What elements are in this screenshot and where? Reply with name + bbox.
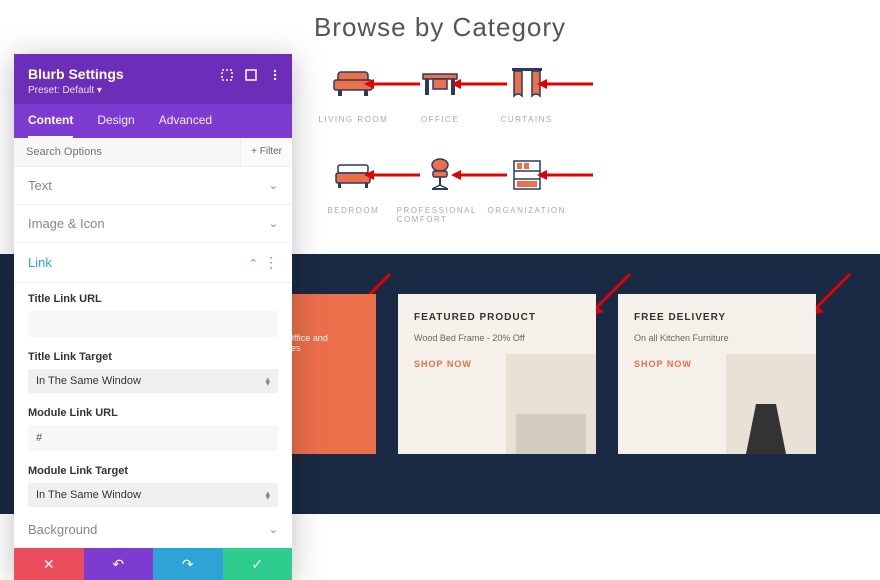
promo-card-featured[interactable]: FEATURED PRODUCT Wood Bed Frame - 20% Of…	[398, 294, 596, 454]
tab-content[interactable]: Content	[28, 104, 73, 138]
category-label: LIVING ROOM	[318, 115, 388, 124]
field-module-link-url: Module Link URL	[14, 397, 292, 455]
field-label: Title Link Target	[28, 351, 278, 363]
card-image	[506, 354, 596, 454]
field-title-link-target: Title Link Target In The Same Window ▴▾	[14, 341, 292, 397]
kebab-icon[interactable]: ⋮	[264, 254, 278, 270]
search-input[interactable]	[14, 138, 240, 166]
panel-tabs: Content Design Advanced	[14, 104, 292, 138]
promo-card-delivery[interactable]: FREE DELIVERY On all Kitchen Furniture S…	[618, 294, 816, 454]
section-link[interactable]: Link ⌃ ⋮	[14, 243, 292, 283]
chevron-down-icon: ⌄	[269, 217, 278, 230]
updown-icon: ▴▾	[265, 491, 270, 500]
updown-icon: ▴▾	[265, 377, 270, 386]
tab-advanced[interactable]: Advanced	[159, 104, 212, 138]
arrow-icon	[537, 168, 597, 182]
category-label: PROFESSIONAL COMFORT	[397, 206, 484, 224]
field-module-link-target: Module Link Target In The Same Window ▴▾	[14, 455, 292, 511]
select-value: In The Same Window	[36, 489, 141, 501]
arrow-icon	[537, 77, 597, 91]
card-title: FREE DELIVERY	[634, 312, 800, 323]
category-row: LIVING ROOM OFFICE CURTAINS	[310, 63, 570, 124]
undo-button[interactable]: ↶	[84, 548, 154, 580]
panel-preset[interactable]: Preset: Default ▾	[28, 85, 278, 96]
section-label: Text	[28, 178, 52, 193]
filter-button[interactable]: + Filter	[240, 138, 292, 166]
card-title: FEATURED PRODUCT	[414, 312, 580, 323]
field-title-link-url: Title Link URL	[14, 283, 292, 341]
section-label: Link	[28, 255, 52, 270]
help-icon[interactable]	[244, 68, 258, 82]
category-label: OFFICE	[421, 115, 459, 124]
section-background[interactable]: Background ⌄	[14, 511, 292, 548]
search-row: + Filter	[14, 138, 292, 167]
redo-button[interactable]: ↷	[153, 548, 223, 580]
title-link-url-input[interactable]	[28, 311, 278, 337]
save-button[interactable]: ✓	[223, 548, 293, 580]
category-organization[interactable]: ORGANIZATION	[483, 154, 570, 224]
chevron-up-icon: ⌃	[249, 258, 258, 270]
field-label: Title Link URL	[28, 293, 278, 305]
module-link-url-input[interactable]	[28, 425, 278, 451]
category-office[interactable]: OFFICE	[397, 63, 484, 124]
category-label: ORGANIZATION	[488, 206, 566, 215]
panel-footer: ✕ ↶ ↷ ✓	[14, 548, 292, 580]
category-label: CURTAINS	[501, 115, 553, 124]
category-row: BEDROOM PROFESSIONAL COMFORT ORGANIZATIO…	[310, 154, 570, 224]
select-value: In The Same Window	[36, 375, 141, 387]
card-image	[726, 354, 816, 454]
field-label: Module Link URL	[28, 407, 278, 419]
card-subtitle: On all Kitchen Furniture	[634, 333, 800, 343]
cancel-button[interactable]: ✕	[14, 548, 84, 580]
category-professional-comfort[interactable]: PROFESSIONAL COMFORT	[397, 154, 484, 224]
chevron-down-icon: ⌄	[269, 523, 278, 536]
title-link-target-select[interactable]: In The Same Window ▴▾	[28, 369, 278, 393]
section-image-icon[interactable]: Image & Icon ⌄	[14, 205, 292, 243]
chevron-down-icon: ⌄	[269, 179, 278, 192]
field-label: Module Link Target	[28, 465, 278, 477]
menu-icon[interactable]	[268, 68, 282, 82]
section-label: Image & Icon	[28, 216, 105, 231]
panel-header[interactable]: Blurb Settings Preset: Default ▾	[14, 54, 292, 104]
category-bedroom[interactable]: BEDROOM	[310, 154, 397, 224]
card-subtitle: Wood Bed Frame - 20% Off	[414, 333, 580, 343]
category-label: BEDROOM	[327, 206, 379, 215]
section-label: Background	[28, 522, 97, 537]
category-curtains[interactable]: CURTAINS	[483, 63, 570, 124]
tab-design[interactable]: Design	[97, 104, 134, 138]
blurb-settings-panel: Blurb Settings Preset: Default ▾ Content…	[14, 54, 292, 580]
category-living-room[interactable]: LIVING ROOM	[310, 63, 397, 124]
section-text[interactable]: Text ⌄	[14, 167, 292, 205]
module-link-target-select[interactable]: In The Same Window ▴▾	[28, 483, 278, 507]
expand-icon[interactable]	[220, 68, 234, 82]
